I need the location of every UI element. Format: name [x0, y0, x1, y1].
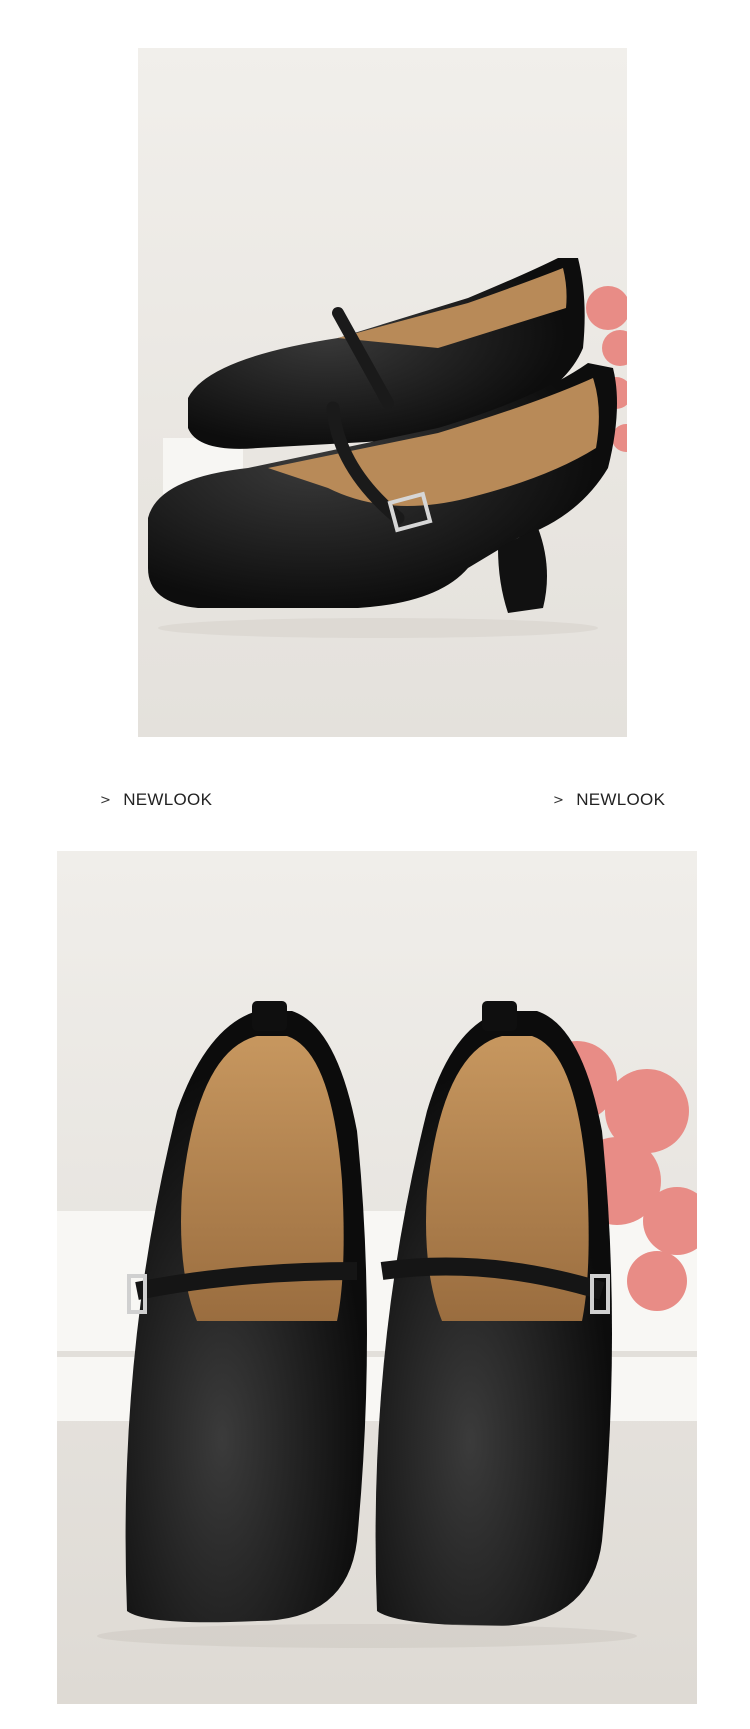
- product-photo-front: [57, 851, 697, 1704]
- brand-caption-left[interactable]: > NEWLOOK: [100, 790, 212, 810]
- product-photo-side: [138, 48, 627, 737]
- brand-label: NEWLOOK: [123, 790, 213, 809]
- brand-caption-right[interactable]: > NEWLOOK: [553, 790, 665, 810]
- brand-label: NEWLOOK: [576, 790, 666, 809]
- front-view-image: [57, 851, 697, 1704]
- chevron-right-icon: >: [553, 792, 565, 808]
- chevron-right-icon: >: [100, 792, 112, 808]
- side-view-image: [138, 48, 627, 737]
